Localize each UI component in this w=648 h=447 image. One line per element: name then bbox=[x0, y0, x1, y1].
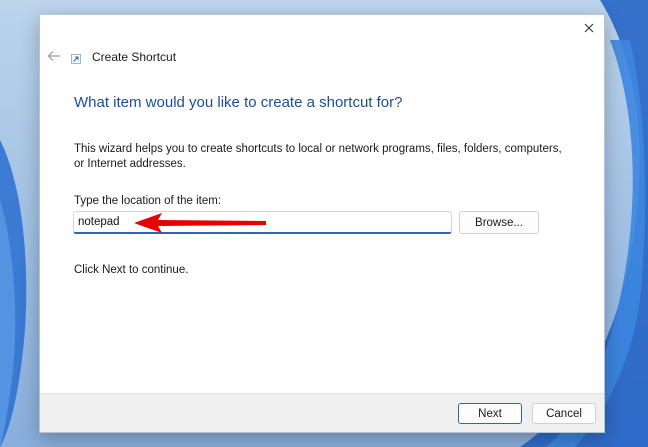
window-title: Create Shortcut bbox=[92, 50, 177, 64]
close-icon bbox=[584, 23, 594, 33]
shortcut-arrow-icon bbox=[71, 54, 81, 64]
create-shortcut-dialog: Create Shortcut What item would you like… bbox=[39, 14, 605, 433]
wizard-description: This wizard helps you to create shortcut… bbox=[74, 143, 562, 170]
next-button[interactable]: Next bbox=[458, 403, 522, 424]
continue-instruction: Click Next to continue. bbox=[74, 264, 189, 276]
red-arrow-annotation bbox=[134, 213, 266, 233]
back-arrow-icon bbox=[47, 51, 60, 61]
close-button[interactable] bbox=[578, 17, 600, 39]
location-label: Type the location of the item: bbox=[74, 195, 222, 207]
cancel-button[interactable]: Cancel bbox=[532, 403, 596, 424]
dialog-footer: Next Cancel bbox=[40, 393, 604, 432]
back-button[interactable] bbox=[45, 48, 63, 64]
browse-button[interactable]: Browse... bbox=[459, 211, 539, 234]
page-heading: What item would you like to create a sho… bbox=[74, 94, 403, 111]
